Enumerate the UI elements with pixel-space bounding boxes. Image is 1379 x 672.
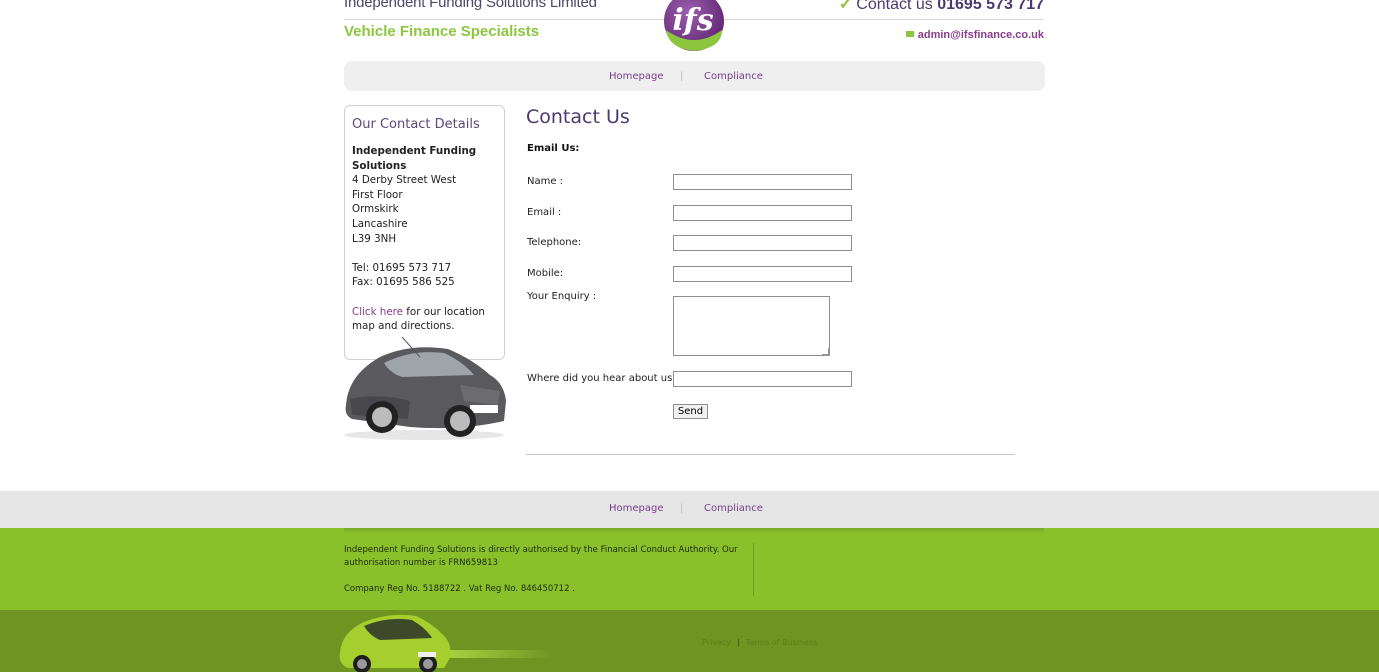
- telephone-field[interactable]: [673, 235, 852, 251]
- footer-nav-homepage[interactable]: Homepage: [609, 503, 664, 514]
- click-here-link[interactable]: Click here: [352, 306, 403, 318]
- address-line: L39 3NH: [352, 232, 397, 245]
- contact-details-text: Independent Funding Solutions 4 Derby St…: [352, 144, 502, 334]
- page-title: Contact Us: [526, 106, 630, 128]
- tel-line: Tel: 01695 573 717: [352, 261, 452, 274]
- directions-text: map and directions.: [352, 320, 455, 333]
- sidebar-title: Our Contact Details: [352, 117, 480, 132]
- contact-label: Contact us: [856, 0, 933, 13]
- tagline: Vehicle Finance Specialists: [344, 23, 540, 40]
- company-line-1: Independent Funding: [352, 145, 477, 157]
- mobile-field[interactable]: [673, 266, 852, 282]
- name-label: Name :: [527, 176, 564, 187]
- company-name: Independent Funding Solutions Limited: [344, 0, 597, 11]
- ifs-logo[interactable]: ifs: [662, 0, 726, 52]
- footer-link-separator: |: [736, 638, 740, 647]
- email-us-heading: Email Us:: [527, 143, 580, 154]
- directions-text: for our location: [403, 305, 485, 318]
- address-line: Lancashire: [352, 217, 408, 230]
- address-line: Ormskirk: [352, 203, 399, 216]
- terms-link[interactable]: Terms of Business: [746, 638, 818, 647]
- mail-icon: [905, 31, 914, 37]
- hear-about-field[interactable]: [673, 371, 852, 387]
- fca-statement: Independent Funding Solutions is directl…: [344, 545, 738, 568]
- top-nav: Homepage | Compliance: [344, 61, 1045, 91]
- nav-homepage[interactable]: Homepage: [609, 71, 664, 82]
- company-line-2: Solutions: [352, 159, 407, 172]
- telephone-label: Telephone:: [527, 237, 582, 248]
- hear-label: Where did you hear about us?: [527, 373, 678, 384]
- footer-nav-compliance[interactable]: Compliance: [704, 503, 763, 514]
- fax-line: Fax: 01695 586 525: [352, 276, 455, 289]
- nav-separator: |: [680, 71, 684, 82]
- contact-email[interactable]: admin@ifsfinance.co.uk: [905, 29, 1044, 41]
- enquiry-textarea[interactable]: [673, 296, 830, 356]
- enquiry-label: Your Enquiry :: [527, 291, 597, 302]
- footer-divider: [753, 543, 754, 596]
- contact-phone: ✓ Contact us 01695 573 717: [839, 0, 1044, 14]
- contact-number: 01695 573 717: [937, 0, 1044, 13]
- email-field[interactable]: [673, 205, 852, 221]
- resize-grip-icon[interactable]: [822, 348, 829, 355]
- address-line: First Floor: [352, 188, 403, 201]
- footer-shadow: [344, 528, 1044, 534]
- footer-nav-separator: |: [680, 503, 684, 514]
- footer-nav: Homepage | Compliance: [0, 491, 1379, 528]
- address-line: 4 Derby Street West: [352, 174, 457, 187]
- phone-icon: ✓: [838, 0, 853, 13]
- email-label: Email :: [527, 207, 562, 218]
- grey-car-image: [344, 336, 506, 440]
- mobile-label: Mobile:: [527, 268, 564, 279]
- send-button[interactable]: Send: [673, 404, 708, 419]
- form-divider: [526, 454, 1015, 455]
- company-reg: Company Reg No. 5188722 . Vat Reg No. 84…: [344, 584, 575, 594]
- name-field[interactable]: [673, 174, 852, 190]
- green-car-image: [339, 614, 554, 672]
- nav-compliance[interactable]: Compliance: [704, 71, 763, 82]
- contact-details-panel: Our Contact Details Independent Funding …: [344, 105, 505, 360]
- footer-links: Privacy | Terms of Business: [702, 638, 817, 647]
- privacy-link[interactable]: Privacy: [702, 638, 731, 647]
- logo-text: ifs: [672, 3, 713, 38]
- footer-bottom-band: [0, 610, 1379, 672]
- email-address[interactable]: admin@ifsfinance.co.uk: [918, 29, 1044, 41]
